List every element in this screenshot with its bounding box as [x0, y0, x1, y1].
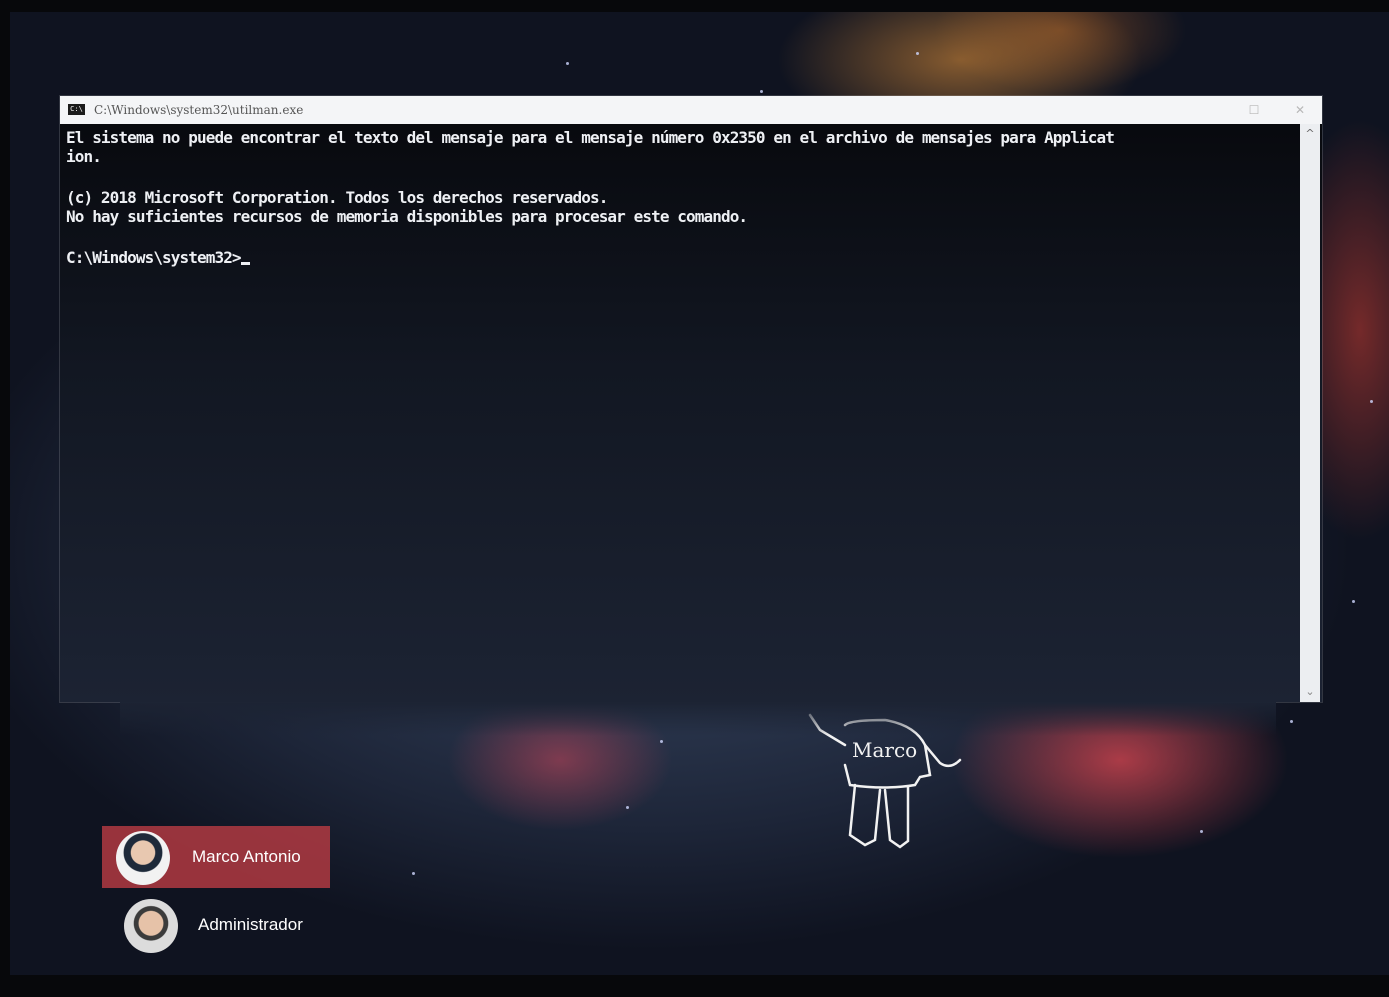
close-button[interactable]: ✕: [1280, 96, 1320, 124]
login-screen: Marco C:\ C:\Windows\system32\utilman.ex…: [0, 0, 1389, 997]
star: [760, 90, 763, 93]
user-tile-marco-antonio[interactable]: Marco Antonio: [102, 826, 330, 888]
doodle-legs: [848, 783, 910, 849]
text-cursor: [240, 262, 250, 265]
star: [1200, 830, 1203, 833]
maximize-button[interactable]: ☐: [1234, 96, 1274, 124]
user-name: Marco Antonio: [192, 847, 301, 866]
doodle-arm-right: [923, 743, 962, 768]
star: [1370, 400, 1373, 403]
console-line: No hay suficientes recursos de memoria d…: [66, 207, 748, 226]
console-line: ion.: [66, 147, 102, 166]
star: [660, 740, 663, 743]
console-title-bar[interactable]: C:\ C:\Windows\system32\utilman.exe ☐ ✕: [60, 96, 1322, 124]
console-title: C:\Windows\system32\utilman.exe: [94, 103, 304, 117]
user-name: Administrador: [198, 915, 303, 934]
console-scrollbar[interactable]: ^ ⌄: [1300, 124, 1320, 702]
star: [412, 872, 415, 875]
console-output[interactable]: El sistema no puede encontrar el texto d…: [66, 128, 1296, 267]
console-window-shadow: [120, 702, 1276, 736]
chevron-down-icon[interactable]: ⌄: [1300, 684, 1320, 700]
console-prompt: C:\Windows\system32>: [66, 248, 242, 267]
console-line: El sistema no puede encontrar el texto d…: [66, 128, 1115, 147]
console-window[interactable]: C:\ C:\Windows\system32\utilman.exe ☐ ✕ …: [60, 96, 1322, 702]
star: [916, 52, 919, 55]
console-line: (c) 2018 Microsoft Corporation. Todos lo…: [66, 188, 608, 207]
monitor-bezel-left: [0, 0, 10, 997]
avatar: [116, 831, 170, 885]
user-tile-administrador[interactable]: Administrador: [120, 894, 330, 956]
star: [626, 806, 629, 809]
monitor-bezel-top: [0, 0, 1389, 12]
star: [1352, 600, 1355, 603]
chevron-up-icon[interactable]: ^: [1300, 126, 1320, 142]
console-prompt-line[interactable]: C:\Windows\system32>: [66, 248, 1296, 267]
doodle-label: Marco: [852, 738, 917, 762]
star: [566, 62, 569, 65]
monitor-bezel-bottom: [0, 975, 1389, 997]
avatar: [124, 899, 178, 953]
console-app-icon: C:\: [68, 104, 85, 115]
star: [1290, 720, 1293, 723]
